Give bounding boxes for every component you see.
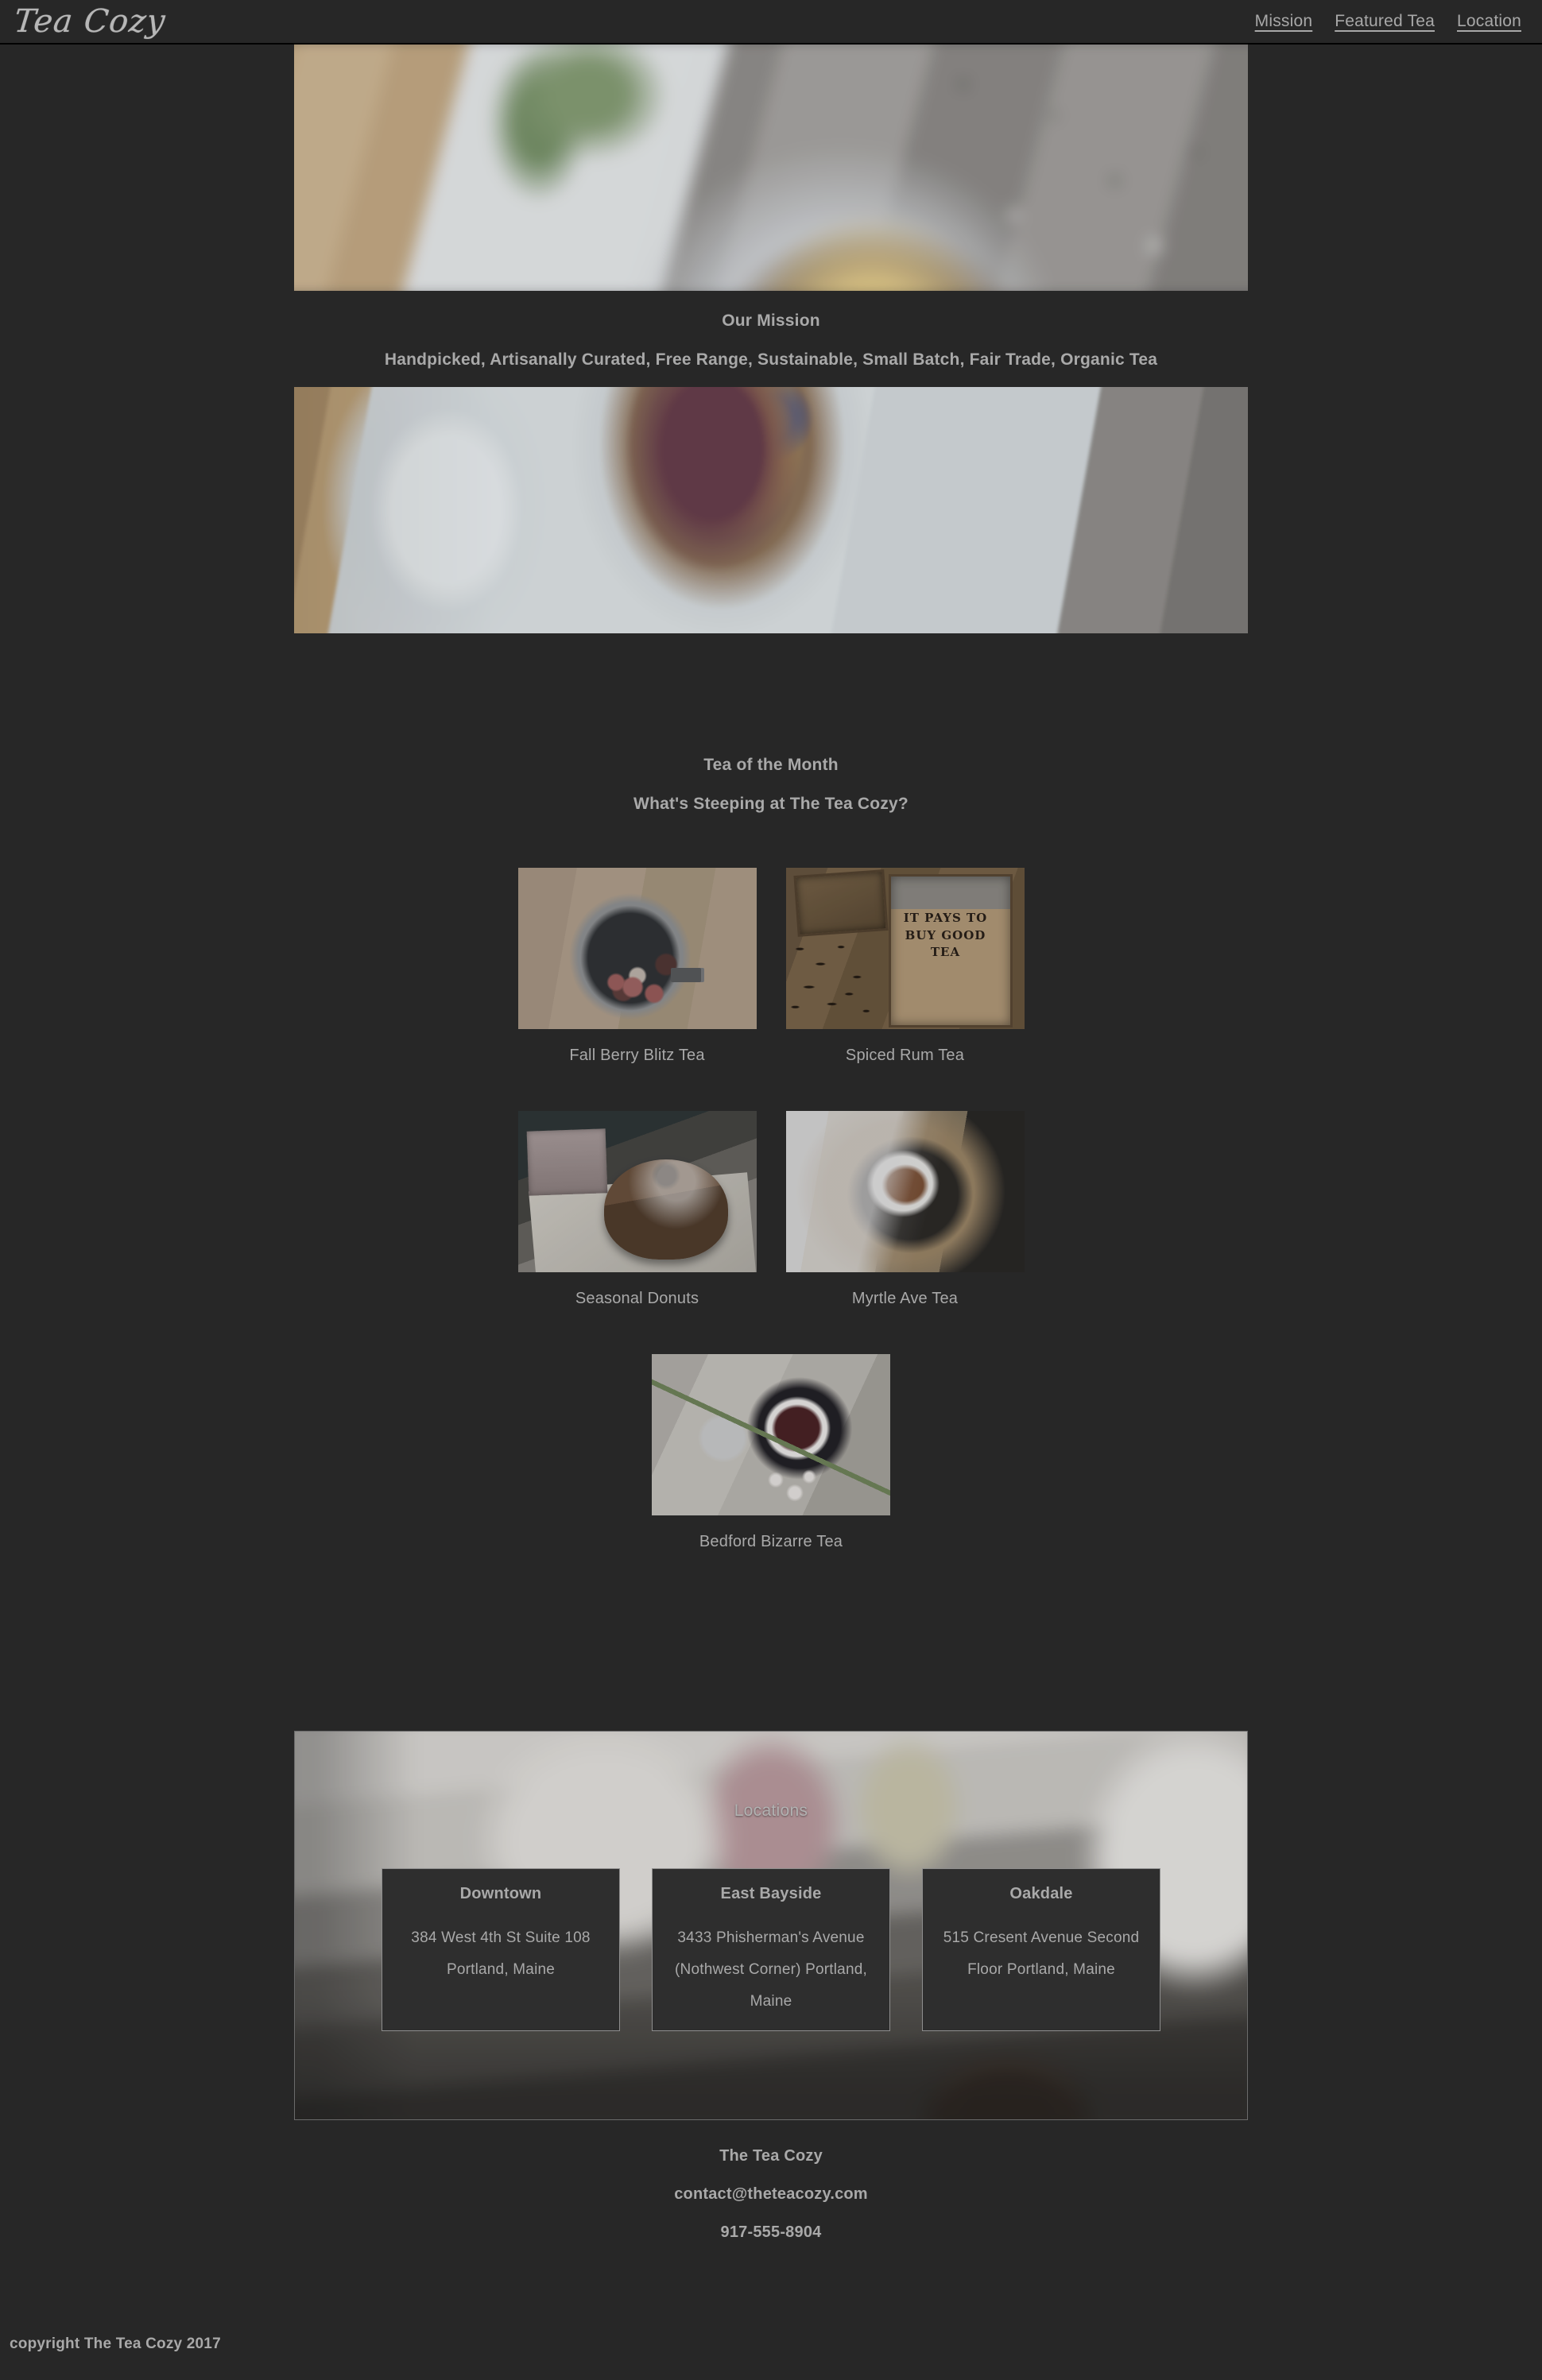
contact-email[interactable]: contact@theteacozy.com [0,2185,1542,2204]
mission-subtitle: Handpicked, Artisanally Curated, Free Ra… [384,350,1158,369]
mission-title: Our Mission [722,312,820,330]
menu-sign-shape [526,1128,607,1197]
tea-thumbnail [517,1111,757,1272]
patterned-cup-photo [652,1354,890,1515]
tea-thumbnail [785,1111,1025,1272]
location-address-line: 515 Cresent Avenue Second [943,1929,1140,1946]
locations-content: Locations Downtown 384 West 4th St Suite… [295,1732,1247,2119]
contact-phone[interactable]: 917-555-8904 [0,2223,1542,2242]
featured-tea-section: Tea of the Month What's Steeping at The … [0,637,1542,1597]
brand-logo[interactable]: Tea Cozy [8,3,168,40]
location-name: East Bayside [720,1885,822,1902]
tea-jar-stone-photo [294,45,1248,291]
donut-photo [517,1111,757,1272]
location-name: Downtown [459,1885,542,1902]
location-cards: Downtown 384 West 4th St Suite 108 Portl… [295,1868,1247,2031]
mission-secondary-image [294,387,1248,633]
tea-grid: Fall Berry Blitz Tea Spiced Rum Tea Seas… [370,868,1172,1597]
tea-thumbnail [517,868,757,1029]
tea-thumbnail [785,868,1025,1029]
tea-caption: Bedford Bizarre Tea [699,1533,843,1550]
tea-card-spiced-rum[interactable]: Spiced Rum Tea [771,868,1039,1065]
main-nav: Mission Featured Tea Location [1255,12,1529,31]
location-address-line: 384 West 4th St Suite 108 [411,1929,591,1946]
nav-link-location[interactable]: Location [1457,12,1521,31]
crate-lid-shape [792,869,889,938]
mission-hero-image [294,45,1248,291]
location-card-downtown[interactable]: Downtown 384 West 4th St Suite 108 Portl… [382,1868,620,2031]
location-name: Oakdale [1009,1885,1073,1902]
white-teacup-photo [785,1111,1025,1272]
featured-subtitle: What's Steeping at The Tea Cozy? [633,795,909,813]
location-card-oakdale[interactable]: Oakdale 515 Cresent Avenue Second Floor … [922,1868,1160,2031]
tea-crate-photo [785,868,1025,1029]
location-address-line: Floor Portland, Maine [967,1960,1115,1978]
locations-title: Locations [734,1801,808,1820]
contact-section: The Tea Cozy contact@theteacozy.com 917-… [0,2120,1542,2242]
tea-caption: Spiced Rum Tea [845,1047,965,1064]
tea-card-myrtle-ave[interactable]: Myrtle Ave Tea [771,1111,1039,1308]
site-header: Tea Cozy Mission Featured Tea Location [0,0,1542,45]
location-address-line: Portland, Maine [446,1960,556,1978]
tea-card-fall-berry-blitz[interactable]: Fall Berry Blitz Tea [503,868,771,1065]
locations-section: Locations Downtown 384 West 4th St Suite… [294,1731,1248,2120]
location-address-line: 3433 Phisherman's Avenue [677,1929,865,1946]
featured-title: Tea of the Month [703,756,839,774]
mission-section: Our Mission Handpicked, Artisanally Cura… [0,45,1542,637]
location-address-line: Maine [750,1992,792,2010]
tea-caption: Seasonal Donuts [575,1290,699,1307]
scattered-tea-leaves-shape [785,929,901,1029]
location-card-east-bayside[interactable]: East Bayside 3433 Phisherman's Avenue (N… [652,1868,890,2031]
copyright-text: copyright The Tea Cozy 2017 [10,2335,221,2352]
nav-link-mission[interactable]: Mission [1255,12,1313,31]
site-footer: copyright The Tea Cozy 2017 [0,2242,1542,2380]
tea-card-bedford-bizarre[interactable]: Bedford Bizarre Tea [637,1354,905,1551]
tea-thumbnail [652,1354,890,1515]
berry-mug-photo [517,868,757,1029]
mission-copy: Our Mission Handpicked, Artisanally Cura… [0,291,1542,387]
contact-company: The Tea Cozy [719,2147,823,2165]
tea-caption: Fall Berry Blitz Tea [569,1047,705,1064]
open-jar-petals-photo [294,387,1248,633]
tea-caption: Myrtle Ave Tea [851,1290,959,1307]
nav-link-featured-tea[interactable]: Featured Tea [1335,12,1435,31]
location-address-line: (Nothwest Corner) Portland, [675,1960,867,1978]
tea-card-seasonal-donuts[interactable]: Seasonal Donuts [503,1111,771,1308]
